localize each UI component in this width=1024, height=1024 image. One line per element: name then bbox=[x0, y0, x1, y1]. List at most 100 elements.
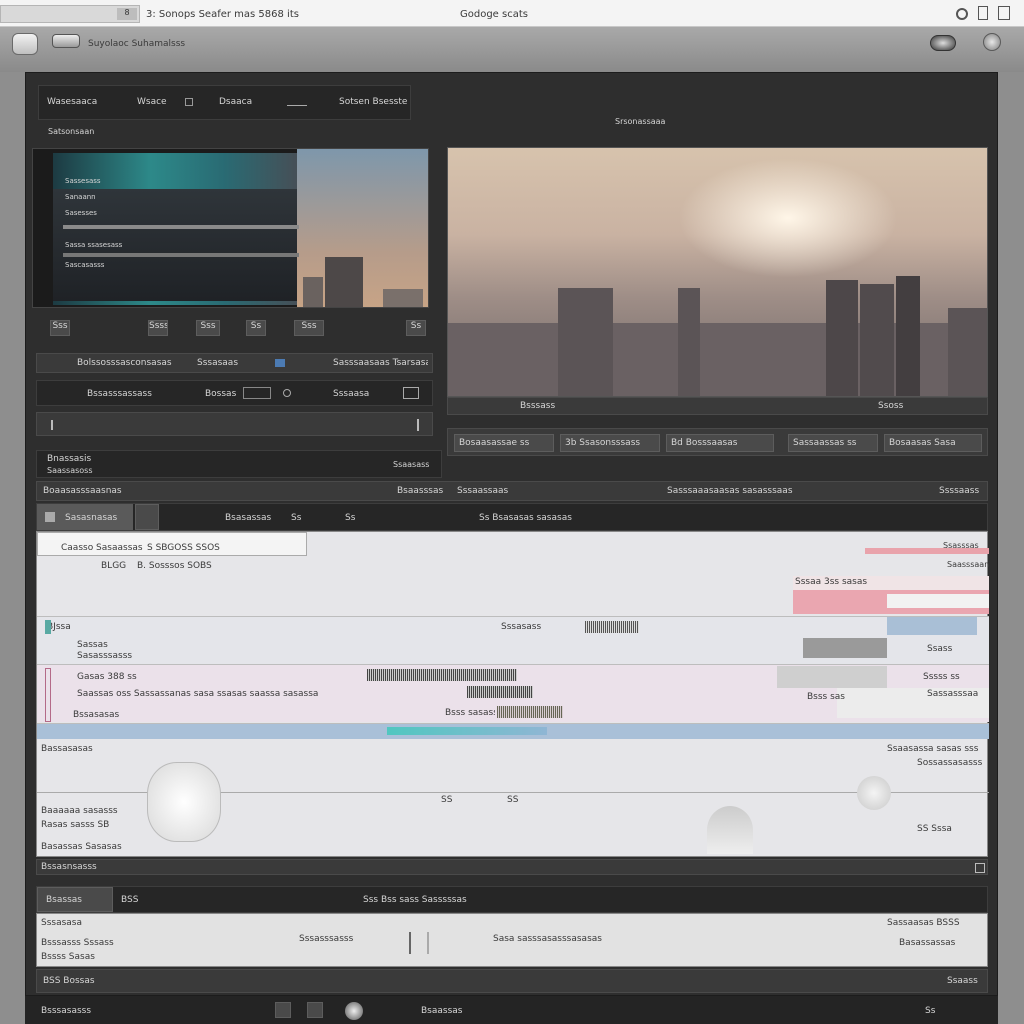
clip-white[interactable] bbox=[887, 594, 989, 608]
header-field-3[interactable]: Dsaaca bbox=[219, 97, 259, 107]
control-button[interactable]: Sss bbox=[294, 320, 324, 336]
clip-blue[interactable] bbox=[887, 617, 977, 635]
expand-icon[interactable] bbox=[975, 863, 985, 873]
grid-icon[interactable] bbox=[403, 387, 419, 399]
building-shape bbox=[896, 276, 920, 396]
tab-title: 3: Sonops Seafer mas 5868 its bbox=[146, 9, 299, 20]
timeline-header-right2[interactable]: Ssssaass bbox=[939, 486, 987, 496]
footer-center: Bsaassas bbox=[421, 1006, 463, 1016]
cursor-icon[interactable] bbox=[411, 419, 419, 431]
slider-track[interactable] bbox=[63, 225, 299, 229]
track-value[interactable]: Sssasaas bbox=[197, 358, 247, 368]
row1-field[interactable]: S SBGOSS SSOS bbox=[147, 543, 247, 553]
waveform-clip[interactable] bbox=[367, 669, 517, 681]
link-icon[interactable] bbox=[287, 98, 307, 106]
settings-icon[interactable] bbox=[956, 8, 968, 20]
track-row-1[interactable]: Bolssosssasconsasas Sssasaas Sasssaasaas… bbox=[36, 353, 433, 373]
control-button[interactable]: Ss bbox=[246, 320, 266, 336]
tab-number: 8 bbox=[117, 8, 137, 20]
row2-label: BJssa bbox=[47, 622, 71, 632]
row2-value2: Ssass bbox=[927, 644, 953, 654]
row1-value: BLGG bbox=[101, 561, 127, 571]
lower-tab[interactable]: BSS bbox=[121, 895, 161, 905]
timeline-header-mid[interactable]: Sssaassaas bbox=[457, 486, 517, 496]
effect-item[interactable]: Bosaasassae ss bbox=[454, 434, 554, 452]
selection-clip[interactable] bbox=[387, 727, 547, 735]
waveform-label: Basassas Sasasas bbox=[41, 842, 122, 852]
globe-icon[interactable] bbox=[983, 33, 1001, 51]
bar-marker[interactable] bbox=[409, 932, 429, 954]
timeline-header: Boaasasssaasnas Bsaasssas Sssaassaas Sas… bbox=[36, 481, 988, 501]
building-shape bbox=[558, 288, 613, 396]
record-icon[interactable] bbox=[345, 1002, 363, 1020]
info-title: Bnassasis bbox=[47, 454, 92, 464]
minimize-icon[interactable] bbox=[978, 6, 988, 20]
track-value[interactable]: Bossas bbox=[205, 389, 245, 399]
record-icon[interactable] bbox=[283, 389, 291, 397]
overlay-line: Sasesses bbox=[65, 209, 97, 217]
lower-tab[interactable]: Bsassas bbox=[37, 887, 113, 912]
tab-item[interactable]: Ss Bsasasas sasasas bbox=[479, 513, 609, 523]
header-field-2[interactable]: Wsace bbox=[137, 97, 177, 107]
control-button[interactable]: Sssss bbox=[148, 320, 168, 336]
clip-gray[interactable] bbox=[777, 666, 887, 688]
tab-item[interactable]: Bsasassas bbox=[225, 513, 285, 523]
effect-item[interactable]: Bd Bosssaasas bbox=[666, 434, 774, 452]
gamepad-icon[interactable] bbox=[930, 35, 956, 51]
chevron-icon[interactable] bbox=[185, 98, 193, 106]
track-field[interactable]: Sasssaasaas Tsarsasas bbox=[333, 358, 428, 368]
toggle-icon[interactable] bbox=[243, 387, 271, 399]
timeline-panel[interactable]: Caasso Sasaassas S SBGOSS SSOS BLGG B. S… bbox=[36, 531, 989, 857]
property-label: Bssss Sasas bbox=[41, 952, 95, 962]
row4-title: Saassas oss Sassassanas sasa ssasas saas… bbox=[77, 689, 319, 699]
footer-left: Bsssasasss bbox=[41, 1006, 92, 1016]
control-button[interactable]: Sss bbox=[50, 320, 70, 336]
control-button[interactable]: Sss bbox=[196, 320, 220, 336]
property-value[interactable]: Sssasssasss bbox=[299, 934, 379, 944]
footer-button[interactable] bbox=[307, 1002, 323, 1018]
waveform-clip[interactable] bbox=[585, 621, 639, 633]
status-left: BSS Bossas bbox=[43, 976, 95, 986]
source-preview[interactable]: Sassesass Sanaann Sasesses Sassa ssasesa… bbox=[32, 148, 429, 308]
close-icon[interactable] bbox=[998, 6, 1010, 20]
main-preview[interactable] bbox=[447, 147, 988, 397]
effect-item[interactable]: Sassaassas ss bbox=[788, 434, 878, 452]
slider-track[interactable] bbox=[63, 253, 299, 257]
tab-icon bbox=[45, 512, 55, 522]
control-button[interactable]: Ss bbox=[406, 320, 426, 336]
back-button[interactable] bbox=[12, 33, 38, 55]
property-value[interactable]: Sasa sasssasasssasasas bbox=[493, 934, 653, 944]
footer-bar: Bsssasasss Bsaassas Ss bbox=[25, 996, 998, 1024]
waveform-label: Baaaaaa sasasss bbox=[41, 806, 118, 816]
preview-bar-left[interactable]: Bsssass bbox=[520, 401, 580, 411]
waveform-clip[interactable] bbox=[467, 686, 533, 698]
marker-shape bbox=[857, 776, 891, 810]
properties-panel[interactable]: Sssasasa Bsssasss Sssass Bssss Sasas Sss… bbox=[36, 913, 988, 967]
overlay-line: Sascasasss bbox=[65, 261, 105, 269]
track-value[interactable]: Sssaasa bbox=[333, 389, 393, 399]
peak-shape bbox=[707, 806, 753, 854]
building-shape bbox=[303, 277, 323, 307]
header-field-4[interactable]: Sotsen Bsesste bbox=[339, 97, 409, 107]
preview-bar-right[interactable]: Ssoss bbox=[878, 401, 918, 411]
effect-item[interactable]: Bosaasas Sasa bbox=[884, 434, 982, 452]
title-bar: 8 3: Sonops Seafer mas 5868 its Godoge s… bbox=[0, 0, 1024, 27]
clip-gray[interactable] bbox=[803, 638, 887, 658]
rewind-icon[interactable] bbox=[51, 420, 61, 430]
row3-value: Sasasssasss bbox=[77, 651, 133, 661]
footer-button[interactable] bbox=[275, 1002, 291, 1018]
overlay-line: Sanaann bbox=[65, 193, 96, 201]
info-panel: Bnassasis Saassasoss Ssaasass bbox=[36, 450, 442, 478]
waveform-right: Sossassasasss bbox=[917, 758, 983, 768]
info-right: Ssaasass bbox=[393, 460, 430, 469]
header-sublabel: Satsonsaan bbox=[48, 127, 95, 136]
track-row-2[interactable]: Bssasssassass Bossas Sssaasa bbox=[36, 380, 433, 406]
effect-item[interactable]: 3b Ssasonsssass bbox=[560, 434, 660, 452]
timeline-tabs: Sasasnasas Bsasassas Ss Ss Ss Bsasasas s… bbox=[36, 503, 988, 531]
drive-icon[interactable] bbox=[52, 34, 80, 48]
tab-item[interactable]: Ss bbox=[345, 513, 365, 523]
tab-item[interactable]: Ss bbox=[291, 513, 311, 523]
tab-close[interactable] bbox=[135, 504, 159, 530]
waveform-clip[interactable] bbox=[497, 706, 563, 718]
play-icon[interactable] bbox=[275, 359, 285, 367]
